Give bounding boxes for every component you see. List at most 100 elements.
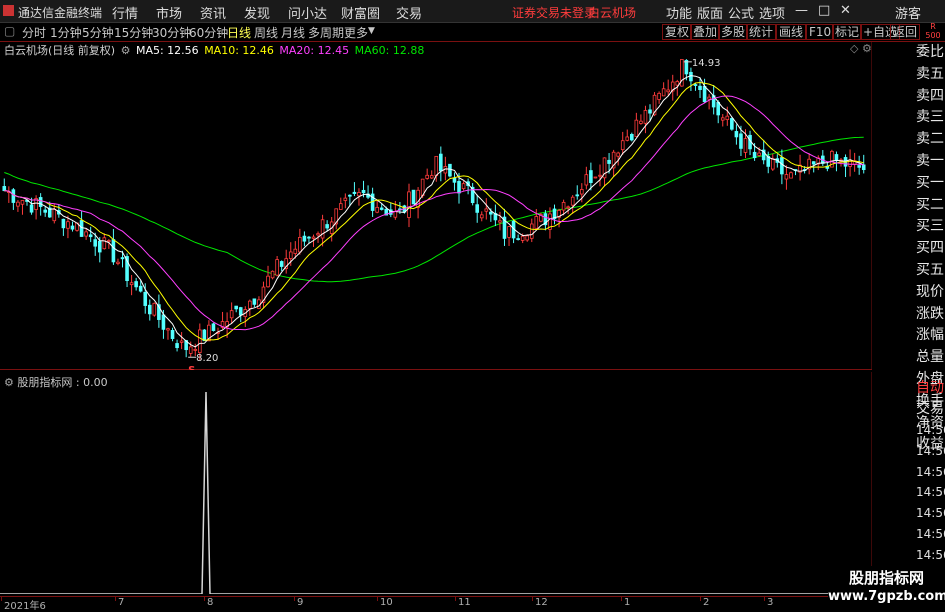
period-toolbar: ▢ 分时 1分钟 5分钟 15分钟 30分钟 60分钟 日线 周线 月线 多周期… — [0, 23, 945, 42]
x-tick-mark — [377, 597, 378, 601]
period-fenshi[interactable]: 分时 — [22, 24, 46, 41]
candle-body — [698, 85, 702, 91]
quote-field-5[interactable]: 卖一 — [916, 151, 945, 173]
candle-body — [88, 234, 93, 238]
quote-field-12[interactable]: 涨跌 — [916, 304, 945, 326]
quote-field-0[interactable]: 委比 — [916, 42, 945, 64]
indicator-line — [0, 391, 872, 594]
period-5min[interactable]: 5分钟 — [82, 24, 114, 41]
period-1min[interactable]: 1分钟 — [50, 24, 82, 41]
candle-body — [616, 152, 620, 157]
btn-tongji[interactable]: 统计 — [746, 24, 777, 40]
chart-expand-icon[interactable]: ◇ — [850, 42, 858, 55]
x-tick-mark — [532, 597, 533, 601]
quote-field-10[interactable]: 买五 — [916, 260, 945, 282]
period-monthly[interactable]: 月线 — [281, 24, 305, 41]
more-dropdown-icon[interactable]: ▼ — [368, 26, 375, 36]
candle-body — [311, 236, 316, 239]
indicator-name: 股朋指标网 : 0.00 — [17, 376, 108, 389]
menu-banmian[interactable]: 版面 — [697, 3, 723, 22]
btn-huaxian[interactable]: 画线 — [776, 24, 807, 40]
period-weekly[interactable]: 周线 — [254, 24, 278, 41]
candle-body — [38, 197, 43, 207]
quote-field-14[interactable]: 总量 — [916, 347, 945, 369]
time-item-0[interactable]: 自动 — [916, 378, 945, 399]
btn-duogu[interactable]: 多股 — [718, 24, 749, 40]
time-item-1[interactable]: 交易 — [916, 399, 945, 420]
btn-fanhui[interactable]: 返回 — [890, 24, 921, 40]
candle-body — [684, 59, 689, 75]
candle-body — [393, 210, 398, 218]
menu-caifuquan[interactable]: 财富圈 — [341, 3, 380, 22]
menu-faxian[interactable]: 发现 — [244, 3, 270, 22]
candle-body — [457, 180, 461, 194]
candle-body — [70, 225, 75, 230]
candle-body — [316, 233, 320, 236]
period-60min[interactable]: 60分钟 — [189, 24, 228, 41]
menu-gongshi[interactable]: 公式 — [728, 3, 754, 22]
indicator-gear-icon[interactable]: ⚙ — [4, 376, 14, 389]
menu-shichang[interactable]: 市场 — [156, 3, 182, 22]
candle-body — [757, 152, 761, 156]
ma60-label: MA60: 12.88 — [354, 44, 425, 57]
watermark-logo: 股朋指标网 www.7gpzb.com — [828, 566, 945, 609]
r-badge[interactable]: R 500 — [922, 22, 944, 40]
menu-wenxiaoda[interactable]: 问小达 — [288, 3, 327, 22]
settings-gear-icon[interactable]: ⚙ — [121, 44, 131, 57]
candle-body — [525, 235, 530, 241]
period-daily[interactable]: 日线 — [227, 24, 251, 41]
candle-body — [179, 340, 184, 343]
candle-body — [61, 218, 66, 229]
quote-field-11[interactable]: 现价 — [916, 282, 945, 304]
close-button[interactable]: ✕ — [840, 3, 851, 18]
candle-body — [675, 81, 680, 86]
chart-config-icon[interactable]: ⚙ — [862, 42, 872, 55]
quote-field-4[interactable]: 卖二 — [916, 129, 945, 151]
candle-body — [489, 211, 493, 215]
quote-field-3[interactable]: 卖三 — [916, 107, 945, 129]
indicator-chart[interactable]: 1.000.800.600.400.200.47 — [0, 372, 872, 594]
quote-field-8[interactable]: 买三 — [916, 216, 945, 238]
btn-fuquan[interactable]: 复权 — [662, 24, 693, 40]
btn-diejia[interactable]: 叠加 — [690, 24, 721, 40]
candle-body — [461, 183, 466, 190]
quote-field-7[interactable]: 买二 — [916, 195, 945, 217]
menu-jiaoyi[interactable]: 交易 — [396, 3, 422, 22]
quote-field-9[interactable]: 买四 — [916, 238, 945, 260]
quote-field-1[interactable]: 卖五 — [916, 64, 945, 86]
candle-body — [598, 174, 602, 177]
period-multi[interactable]: 多周期 — [308, 24, 344, 41]
x-tick-label: 11 — [458, 597, 471, 608]
menu-xuanxiang[interactable]: 选项 — [759, 3, 785, 22]
candle-body — [648, 109, 652, 114]
btn-biaoji[interactable]: 标记 — [832, 24, 863, 40]
quote-field-2[interactable]: 卖四 — [916, 86, 945, 108]
quote-field-6[interactable]: 买一 — [916, 173, 945, 195]
btn-f10[interactable]: F10 — [806, 24, 835, 40]
period-30min[interactable]: 30分钟 — [152, 24, 191, 41]
candle-body — [534, 216, 539, 229]
x-tick-mark — [204, 597, 205, 601]
period-more[interactable]: 更多 — [344, 24, 368, 41]
candle-body — [143, 291, 148, 306]
minimize-button[interactable]: — — [795, 3, 808, 18]
x-tick-mark — [115, 597, 116, 601]
trade-login-status[interactable]: 证券交易未登录 — [512, 4, 596, 21]
candle-body — [120, 257, 125, 260]
candle-body — [170, 330, 175, 339]
time-item-8: 14:56 — [916, 548, 945, 563]
quote-field-13[interactable]: 涨幅 — [916, 325, 945, 347]
maximize-button[interactable]: □ — [818, 3, 830, 18]
candle-body — [529, 223, 534, 239]
menu-gongneng[interactable]: 功能 — [666, 3, 692, 22]
guest-user-label[interactable]: 游客 — [895, 3, 921, 22]
menu-hangqing[interactable]: 行情 — [112, 3, 138, 22]
candle-body — [361, 189, 366, 194]
price-chart[interactable]: 15.0014.5014.0013.5013.0012.5012.0011.50… — [0, 42, 872, 370]
watermark-line2: www.7gpzb.com — [828, 589, 945, 604]
period-15min[interactable]: 15分钟 — [114, 24, 153, 41]
menu-zixun[interactable]: 资讯 — [200, 3, 226, 22]
candle-body — [129, 282, 134, 286]
toolbar-square-icon[interactable]: ▢ — [4, 24, 15, 38]
candle-body — [379, 207, 384, 210]
